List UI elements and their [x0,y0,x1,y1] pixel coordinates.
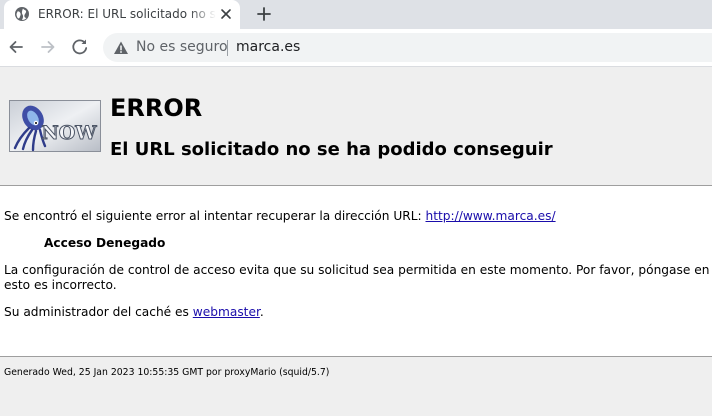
url-text[interactable]: marca.es [236,39,300,56]
intro-text: Se encontró el siguiente error al intent… [4,209,426,223]
browser-tab[interactable]: ERROR: El URL solicitado no se ha podido… [4,0,240,29]
error-title: ERROR [110,94,203,122]
webmaster-link[interactable]: webmaster [193,305,260,319]
warning-triangle-icon[interactable] [113,40,129,56]
globe-icon [15,7,29,21]
close-icon[interactable] [218,6,234,22]
requested-url-link[interactable]: http://www.marca.es/ [426,209,556,223]
tab-strip: ERROR: El URL solicitado no se ha podido… [0,0,712,29]
browser-toolbar: No es seguro marca.es [0,29,712,67]
access-denied-label: Acceso Denegado [44,236,166,250]
forward-arrow-icon[interactable] [38,37,58,57]
footer-text: Generado Wed, 25 Jan 2023 10:55:35 GMT p… [4,367,330,378]
omnibox-divider [227,40,228,56]
config-line-1: La configuración de control de acceso ev… [4,263,712,277]
new-tab-plus-icon[interactable] [254,4,274,24]
error-subtitle: El URL solicitado no se ha podido conseg… [110,139,553,160]
admin-paragraph: Su administrador del caché es webmaster. [4,305,264,320]
page-content: NOW ERROR El URL solicitado no se ha pod… [0,67,712,416]
tab-title: ERROR: El URL solicitado no se ha podido… [38,7,216,21]
reload-icon[interactable] [70,37,90,57]
back-arrow-icon[interactable] [6,37,26,57]
config-line-2: esto es incorrecto. [4,278,117,292]
address-bar[interactable]: No es seguro marca.es [103,33,712,62]
error-header: NOW ERROR El URL solicitado no se ha pod… [0,67,712,186]
admin-suffix: . [259,305,264,319]
logo-text: NOW [41,122,97,144]
squid-logo: NOW [9,100,101,152]
not-secure-label[interactable]: No es seguro [136,39,228,56]
admin-prefix: Su administrador del caché es [4,305,193,319]
intro-paragraph: Se encontró el siguiente error al intent… [4,209,556,224]
page-footer: Generado Wed, 25 Jan 2023 10:55:35 GMT p… [0,356,712,416]
